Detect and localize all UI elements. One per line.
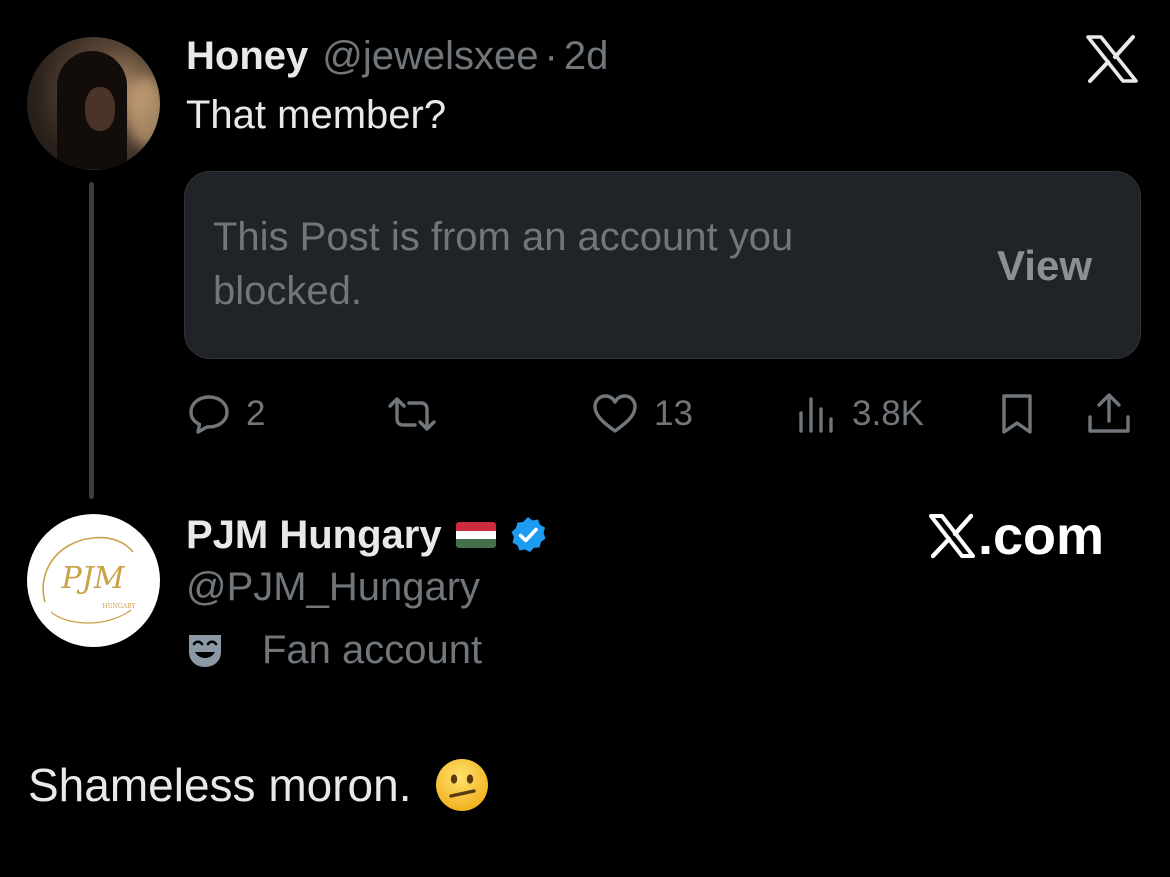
bookmark-icon xyxy=(1002,394,1032,434)
bookmark-action[interactable] xyxy=(996,384,1038,444)
blocked-post-card: This Post is from an account you blocked… xyxy=(184,171,1141,359)
account-label-text: Fan account xyxy=(262,627,483,672)
like-count: 13 xyxy=(654,394,693,433)
theater-mask-icon xyxy=(189,635,221,667)
like-action[interactable]: 13 xyxy=(590,384,693,444)
pjm-logo-subtext: HUNGARY xyxy=(103,603,137,610)
x-com-domain-text: .com xyxy=(978,506,1105,566)
pjm-handle[interactable]: @PJM_Hungary xyxy=(186,565,480,610)
verified-badge-icon xyxy=(511,517,546,552)
x-logo-icon xyxy=(1086,35,1138,83)
x-letter-icon xyxy=(929,513,975,559)
pjm-logo-text: PJM xyxy=(61,561,126,596)
reply-count: 2 xyxy=(246,394,266,433)
views-icon xyxy=(799,397,833,433)
view-blocked-post-button[interactable]: View xyxy=(997,242,1092,290)
pjm-display-name[interactable]: PJM Hungary xyxy=(186,513,442,558)
avatar-face xyxy=(85,87,115,131)
reply-post-text: Shameless moron. xyxy=(28,759,412,811)
reply-post-header: PJM Hungary xyxy=(186,510,548,560)
reply-action[interactable]: 2 xyxy=(186,384,265,444)
quoted-post-header: Honey @jewelsxee · 2d xyxy=(186,34,608,82)
confused-face-icon xyxy=(435,759,488,811)
x-com-watermark: .com xyxy=(928,505,1104,567)
blocked-post-notice: This Post is from an account you blocked… xyxy=(213,215,794,313)
honey-display-name[interactable]: Honey xyxy=(186,34,308,79)
account-label: Fan account xyxy=(186,625,482,675)
header-separator: · xyxy=(544,34,558,78)
honey-avatar[interactable] xyxy=(27,37,160,170)
repost-action[interactable] xyxy=(384,384,440,444)
views-action[interactable]: 3.8K xyxy=(796,384,924,444)
views-count: 3.8K xyxy=(852,394,924,433)
post-action-bar: 2 13 3.8K xyxy=(186,384,1146,444)
post-timestamp[interactable]: 2d xyxy=(564,34,609,79)
like-icon xyxy=(593,394,637,433)
quoted-post-text: That member? xyxy=(186,93,447,137)
reply-post-body: Shameless moron. xyxy=(28,757,490,813)
hungary-flag-icon xyxy=(455,522,496,548)
pjm-logo: PJM HUNGARY xyxy=(42,536,137,624)
share-icon xyxy=(1088,393,1130,433)
honey-handle[interactable]: @jewelsxee xyxy=(322,34,538,79)
repost-icon xyxy=(388,397,436,431)
reply-icon xyxy=(189,395,229,434)
share-action[interactable] xyxy=(1084,384,1134,444)
avatar-background-light xyxy=(127,77,160,147)
thread-connector-line xyxy=(89,182,94,499)
pjm-hungary-avatar[interactable]: PJM HUNGARY xyxy=(27,514,160,647)
